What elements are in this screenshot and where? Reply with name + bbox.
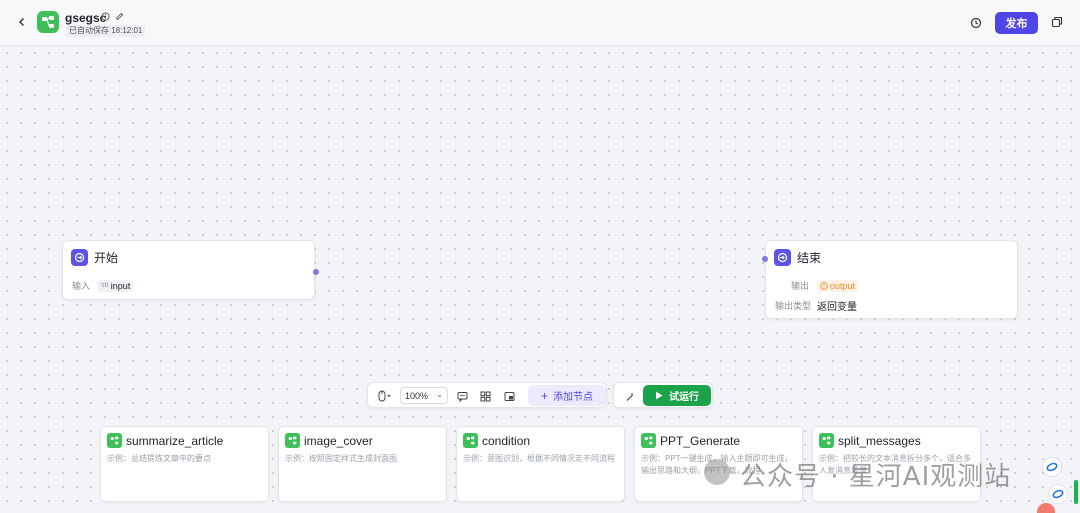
card-description: 示例：按照固定样式生成封面图: [285, 454, 397, 463]
card-description: 示例：意图识别，根据不同情况走不同流程: [463, 454, 615, 463]
minimap-icon: [504, 391, 514, 401]
test-run-button[interactable]: 试运行: [643, 385, 711, 406]
template-card[interactable]: condition 示例：意图识别，根据不同情况走不同流程: [456, 426, 625, 502]
card-description: 示例：总结提炼文章中的要点: [107, 454, 211, 463]
input-label: 输入: [72, 281, 91, 291]
test-run-label: 试运行: [669, 392, 699, 403]
end-node-title: 结束: [797, 251, 822, 265]
play-icon: [656, 391, 663, 400]
input-variable-name: input: [110, 280, 131, 291]
template-card[interactable]: image_cover 示例：按照固定样式生成封面图: [278, 426, 447, 502]
end-node[interactable]: 结束 输出 output 输出类型 返回变量: [762, 240, 1018, 319]
workflow-icon: [819, 433, 834, 448]
add-node-label: 添加节点: [553, 392, 593, 403]
start-node[interactable]: 开始 输入 str input: [62, 240, 319, 300]
output-variable-name: output: [830, 280, 856, 291]
end-input-port[interactable]: [762, 256, 768, 262]
warning-icon: [820, 281, 828, 290]
autosave-status: 已自动保存 18:12:01: [66, 25, 146, 37]
type-str-label: str: [101, 282, 109, 289]
history-icon[interactable]: [968, 15, 984, 31]
input-variable-tag[interactable]: str input: [98, 279, 134, 292]
chevron-down-icon: ⌄: [436, 390, 443, 399]
zoom-select[interactable]: 100% ⌄: [400, 387, 448, 404]
publish-button[interactable]: 发布: [995, 12, 1038, 34]
wechat-logo-icon: [704, 459, 730, 485]
copy-icon[interactable]: [1050, 15, 1064, 29]
card-title: split_messages: [838, 433, 921, 448]
side-tab[interactable]: [1074, 480, 1078, 504]
planet-float-icon[interactable]: [1048, 484, 1068, 504]
card-title: image_cover: [304, 433, 373, 448]
watermark: 公众号 · 星河AI观测站: [740, 462, 1012, 492]
top-bar: gsegsc 已自动保存 18:12:01 发布: [0, 0, 1080, 46]
magic-wand-icon: [626, 392, 634, 401]
comment-icon: [457, 391, 467, 402]
mouse-icon: [378, 390, 391, 402]
workflow-icon: [285, 433, 300, 448]
output-type-value[interactable]: 返回变量: [817, 298, 857, 313]
run-toolbar: 试运行: [613, 382, 713, 408]
comment-button[interactable]: [454, 388, 470, 404]
card-title: condition: [482, 433, 531, 448]
minimap-button[interactable]: [501, 388, 517, 404]
start-icon: [71, 249, 88, 266]
output-type-label: 输出类型: [775, 301, 812, 311]
canvas-toolbar: 100% ⌄ + 添加节点: [367, 382, 607, 408]
workflow-icon: [641, 433, 656, 448]
workflow-icon: [463, 433, 478, 448]
info-icon[interactable]: [100, 11, 110, 21]
card-title: PPT_Generate: [660, 433, 741, 448]
workflow-app-icon: [37, 11, 59, 33]
title-actions: [100, 11, 124, 21]
workflow-icon: [107, 433, 122, 448]
template-card[interactable]: summarize_article 示例：总结提炼文章中的要点: [100, 426, 269, 502]
output-variable-tag[interactable]: output: [817, 279, 859, 292]
output-label: 输出: [791, 281, 810, 291]
layout-button[interactable]: [477, 388, 493, 404]
start-output-port[interactable]: [313, 269, 319, 275]
back-icon[interactable]: [14, 14, 30, 30]
start-node-header: 开始: [71, 249, 118, 266]
add-node-button[interactable]: + 添加节点: [528, 385, 606, 406]
zoom-value: 100%: [405, 390, 429, 401]
plus-icon: +: [540, 388, 548, 403]
end-icon: [774, 249, 791, 266]
card-title: summarize_article: [126, 433, 224, 448]
edit-icon[interactable]: [114, 11, 124, 21]
start-node-title: 开始: [94, 251, 119, 265]
auto-arrange-button[interactable]: [623, 389, 637, 403]
assistant-float-icon[interactable]: [1042, 457, 1062, 477]
pointer-mode-button[interactable]: [374, 388, 396, 404]
grid-layout-icon: [480, 391, 491, 402]
end-node-header: 结束: [774, 249, 821, 266]
